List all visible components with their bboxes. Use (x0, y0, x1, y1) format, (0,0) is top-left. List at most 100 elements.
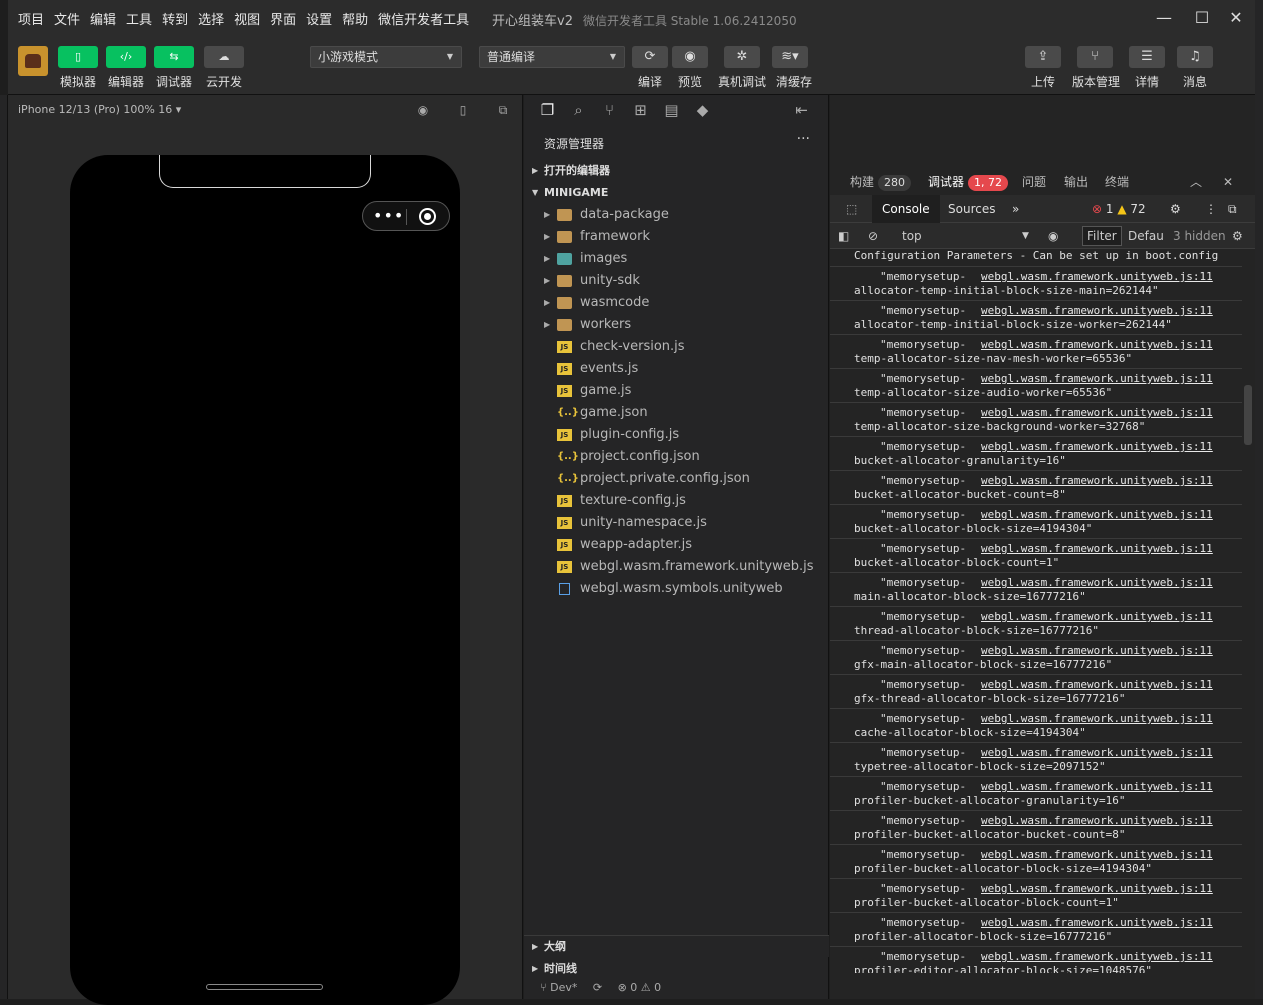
source-link[interactable]: webgl.wasm.framework.unityweb.js:11 (981, 916, 1213, 929)
menu-item[interactable]: 帮助 (342, 9, 368, 28)
inspect-icon[interactable]: ⬚ (836, 195, 867, 223)
context-select[interactable]: top (902, 223, 922, 249)
more-tabs-icon[interactable]: » (1002, 195, 1029, 223)
source-link[interactable]: webgl.wasm.framework.unityweb.js:11 (981, 950, 1213, 963)
log-levels-select[interactable]: Defau (1128, 223, 1164, 249)
file-item[interactable]: {..} game.json (524, 402, 829, 424)
tab-terminal[interactable]: 终端 (1105, 169, 1129, 195)
source-link[interactable]: webgl.wasm.framework.unityweb.js:11 (981, 780, 1213, 793)
chevron-up-icon[interactable]: ︿ (1190, 169, 1202, 195)
file-item[interactable]: {..} project.private.config.json (524, 468, 829, 490)
file-item[interactable]: JS events.js (524, 358, 829, 380)
source-link[interactable]: webgl.wasm.framework.unityweb.js:11 (981, 882, 1213, 895)
real-debug-button[interactable]: ✲ (724, 46, 760, 68)
phone-icon[interactable]: ▯ (455, 102, 471, 118)
menu-item[interactable]: 文件 (54, 9, 80, 28)
source-link[interactable]: webgl.wasm.framework.unityweb.js:11 (981, 440, 1213, 453)
cloud-button[interactable]: ☁ (204, 46, 244, 68)
tab-debugger[interactable]: 调试器 1, 72 (928, 169, 1009, 195)
source-link[interactable]: webgl.wasm.framework.unityweb.js:11 (981, 406, 1213, 419)
kebab-icon[interactable]: ⋮ (1205, 195, 1217, 223)
device-select[interactable]: iPhone 12/13 (Pro) 100% 16 ▾ (8, 95, 523, 125)
source-link[interactable]: webgl.wasm.framework.unityweb.js:11 (981, 338, 1213, 351)
tab-build[interactable]: 构建 280 (850, 169, 912, 195)
file-item[interactable]: JS check-version.js (524, 336, 829, 358)
mode-select[interactable]: 小游戏模式 ▼ (310, 46, 462, 68)
source-link[interactable]: webgl.wasm.framework.unityweb.js:11 (981, 746, 1213, 759)
compile-button[interactable]: ⟳ (632, 46, 668, 68)
debugger-button[interactable]: ⇆ (154, 46, 194, 68)
menu-item[interactable]: 编辑 (90, 9, 116, 28)
file-item[interactable]: {..} project.config.json (524, 446, 829, 468)
hidden-count[interactable]: 3 hidden (1173, 223, 1226, 249)
maximize-icon[interactable]: ☐ (1191, 7, 1213, 29)
git-icon[interactable]: ⑂ (594, 101, 625, 119)
file-item[interactable]: JS unity-namespace.js (524, 512, 829, 534)
project-section[interactable]: ▼ MINIGAME (524, 182, 829, 204)
eye-icon[interactable]: ◉ (1048, 223, 1058, 249)
storage-icon[interactable]: ▤ (656, 101, 687, 119)
file-item[interactable]: JS game.js (524, 380, 829, 402)
file-item[interactable]: JS weapp-adapter.js (524, 534, 829, 556)
folder-item[interactable]: ▶ images (524, 248, 829, 270)
filter-input[interactable]: Filter (1082, 226, 1122, 246)
folder-item[interactable]: ▶ unity-sdk (524, 270, 829, 292)
capsule-menu[interactable]: ••• (362, 201, 450, 231)
simulator-button[interactable]: ▯ (58, 46, 98, 68)
file-item[interactable]: JS plugin-config.js (524, 424, 829, 446)
phone-screen[interactable]: ••• (70, 155, 460, 1005)
settings-icon[interactable]: ⚙ (1170, 195, 1181, 223)
source-link[interactable]: webgl.wasm.framework.unityweb.js:11 (981, 304, 1213, 317)
file-item[interactable]: webgl.wasm.symbols.unityweb (524, 578, 829, 600)
warning-count[interactable]: 0 (654, 981, 661, 994)
source-link[interactable]: webgl.wasm.framework.unityweb.js:11 (981, 712, 1213, 725)
version-button[interactable]: ⑂ (1077, 46, 1113, 68)
close-panel-icon[interactable]: ✕ (1223, 169, 1233, 195)
source-link[interactable]: webgl.wasm.framework.unityweb.js:11 (981, 644, 1213, 657)
problem-count[interactable]: 0 (630, 981, 637, 994)
source-link[interactable]: webgl.wasm.framework.unityweb.js:11 (981, 814, 1213, 827)
clear-console-icon[interactable]: ⊘ (868, 223, 878, 249)
compile-select[interactable]: 普通编译 ▼ (479, 46, 625, 68)
outline-section[interactable]: ▶ 大纲 (524, 935, 829, 957)
detail-button[interactable]: ☰ (1129, 46, 1165, 68)
message-button[interactable]: ♫ (1177, 46, 1213, 68)
error-counter[interactable]: ⊗ 1 ▲ 72 (1092, 195, 1146, 223)
source-link[interactable]: webgl.wasm.framework.unityweb.js:11 (981, 372, 1213, 385)
file-item[interactable]: JS texture-config.js (524, 490, 829, 512)
menu-item[interactable]: 设置 (306, 9, 332, 28)
folder-item[interactable]: ▶ wasmcode (524, 292, 829, 314)
source-link[interactable]: webgl.wasm.framework.unityweb.js:11 (981, 576, 1213, 589)
menu-item[interactable]: 视图 (234, 9, 260, 28)
tab-console[interactable]: Console (872, 195, 940, 223)
folder-item[interactable]: ▶ workers (524, 314, 829, 336)
sidebar-toggle-icon[interactable]: ◧ (838, 223, 849, 249)
menu-item[interactable]: 微信开发者工具 (378, 9, 469, 28)
close-target-icon[interactable] (419, 208, 436, 225)
clear-cache-button[interactable]: ≋▾ (772, 46, 808, 68)
preview-button[interactable]: ◉ (672, 46, 708, 68)
dock-icon[interactable]: ⧉ (1228, 195, 1237, 223)
project-avatar[interactable] (18, 46, 48, 76)
source-link[interactable]: webgl.wasm.framework.unityweb.js:11 (981, 848, 1213, 861)
sync-icon[interactable]: ⟳ (593, 981, 602, 994)
more-icon[interactable]: ··· (797, 131, 810, 147)
source-link[interactable]: webgl.wasm.framework.unityweb.js:11 (981, 474, 1213, 487)
more-icon[interactable]: ••• (373, 206, 404, 226)
tab-output[interactable]: 输出 (1064, 169, 1088, 195)
search-icon[interactable]: ⌕ (563, 101, 594, 119)
menu-item[interactable]: 工具 (126, 9, 152, 28)
minimize-icon[interactable]: — (1153, 7, 1175, 29)
console-scrollbar[interactable] (1244, 385, 1252, 445)
source-link[interactable]: webgl.wasm.framework.unityweb.js:11 (981, 678, 1213, 691)
menu-item[interactable]: 项目 (18, 9, 44, 28)
docker-icon[interactable]: ◆ (687, 101, 718, 119)
popout-icon[interactable]: ⧉ (495, 102, 511, 118)
tab-sources[interactable]: Sources (938, 195, 1005, 223)
upload-button[interactable]: ⇪ (1025, 46, 1061, 68)
source-link[interactable]: webgl.wasm.framework.unityweb.js:11 (981, 542, 1213, 555)
tab-problems[interactable]: 问题 (1022, 169, 1046, 195)
folder-item[interactable]: ▶ data-package (524, 204, 829, 226)
source-link[interactable]: webgl.wasm.framework.unityweb.js:11 (981, 508, 1213, 521)
files-icon[interactable]: ❐ (532, 101, 563, 119)
